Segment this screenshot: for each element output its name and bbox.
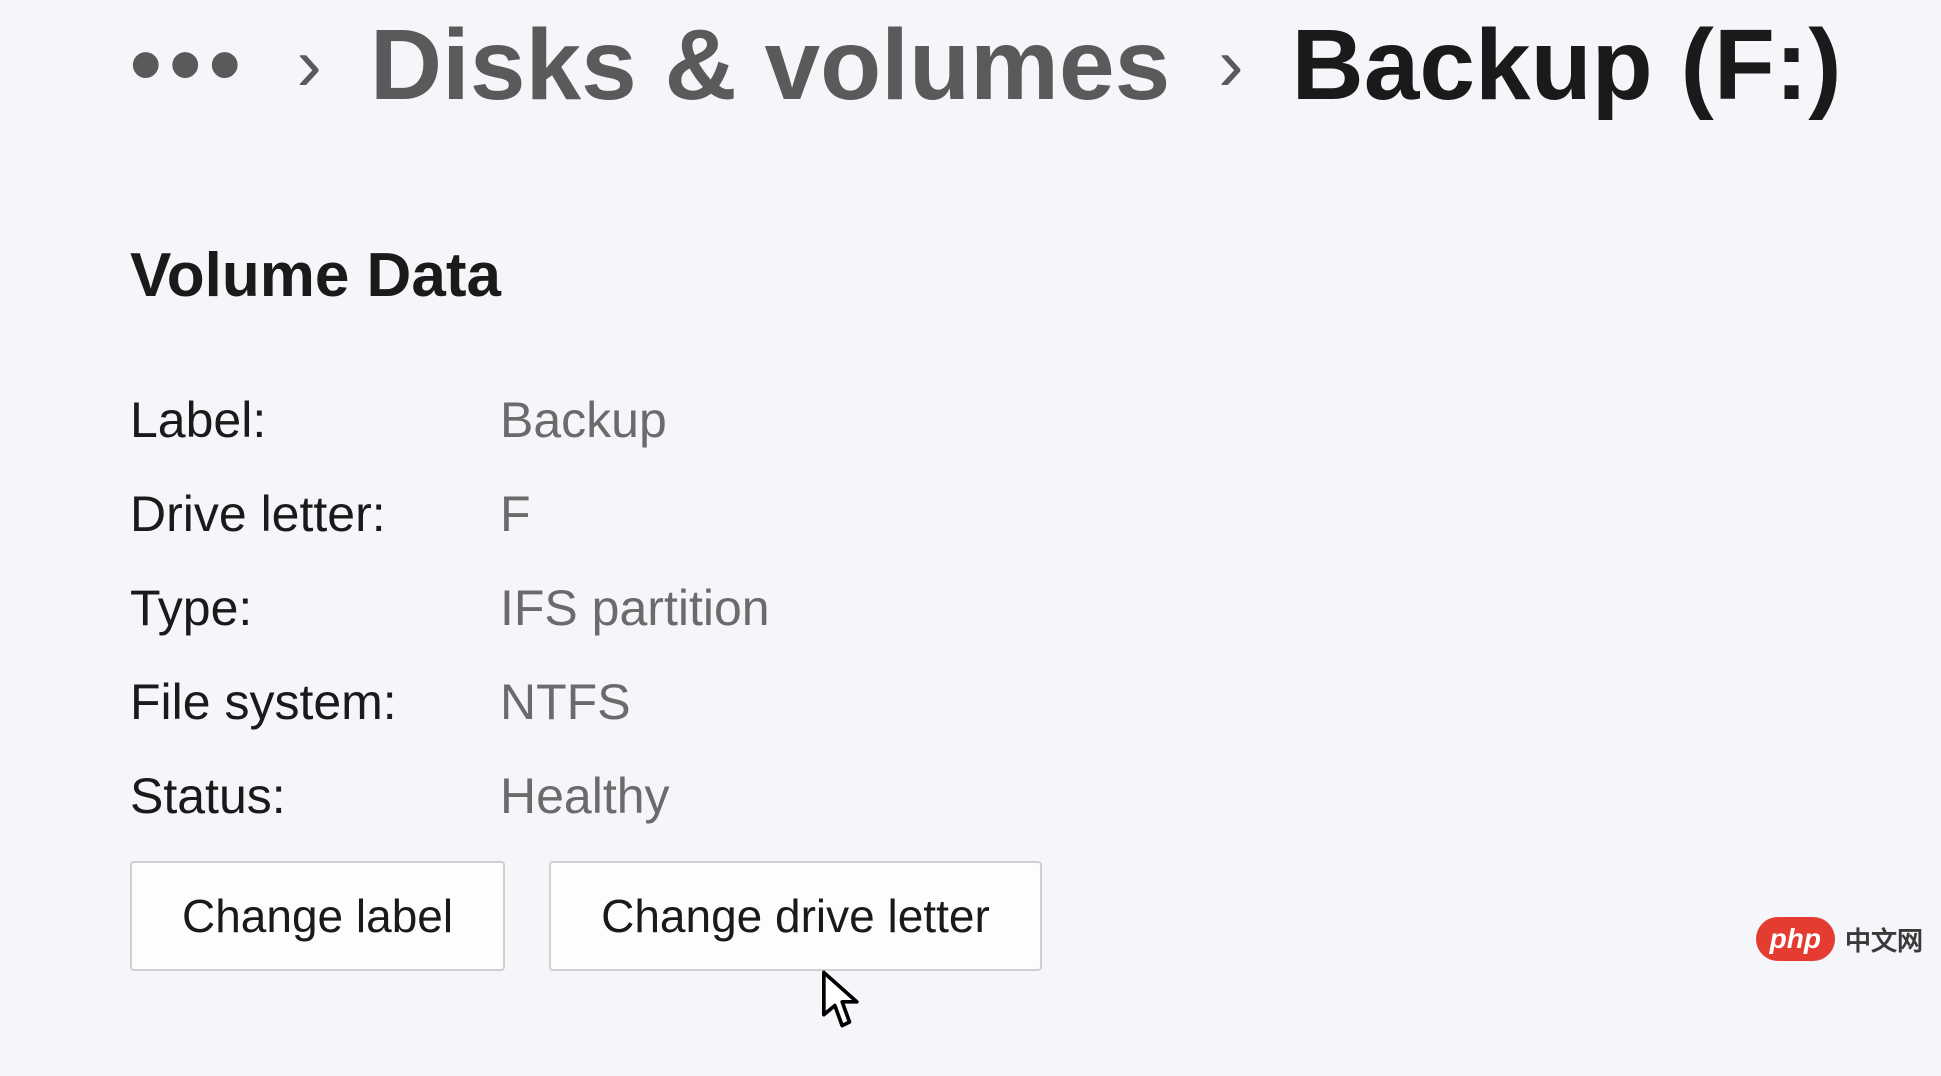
change-label-button[interactable]: Change label bbox=[130, 861, 505, 971]
filesystem-value: NTFS bbox=[500, 673, 631, 731]
watermark-text: 中文网 bbox=[1845, 921, 1923, 958]
breadcrumb: ••• › Disks & volumes › Backup (F:) bbox=[0, 0, 1941, 120]
detail-row-label: Label: Backup bbox=[130, 391, 1941, 449]
section-title: Volume Data bbox=[130, 240, 1941, 311]
status-value: Healthy bbox=[500, 767, 670, 825]
status-key: Status: bbox=[130, 767, 500, 825]
label-key: Label: bbox=[130, 391, 500, 449]
volume-details: Label: Backup Drive letter: F Type: IFS … bbox=[130, 391, 1941, 825]
change-drive-letter-button[interactable]: Change drive letter bbox=[549, 861, 1042, 971]
chevron-right-icon: › bbox=[297, 23, 322, 107]
detail-row-type: Type: IFS partition bbox=[130, 579, 1941, 637]
detail-row-drive-letter: Drive letter: F bbox=[130, 485, 1941, 543]
chevron-right-icon: › bbox=[1218, 23, 1243, 107]
watermark-logo: php bbox=[1756, 917, 1835, 961]
type-value: IFS partition bbox=[500, 579, 770, 637]
watermark: php 中文网 bbox=[1756, 917, 1923, 961]
detail-row-filesystem: File system: NTFS bbox=[130, 673, 1941, 731]
type-key: Type: bbox=[130, 579, 500, 637]
drive-letter-value: F bbox=[500, 485, 531, 543]
breadcrumb-current: Backup (F:) bbox=[1292, 10, 1842, 120]
drive-letter-key: Drive letter: bbox=[130, 485, 500, 543]
breadcrumb-ellipsis[interactable]: ••• bbox=[130, 16, 249, 115]
cursor-icon bbox=[822, 970, 866, 1030]
breadcrumb-parent-link[interactable]: Disks & volumes bbox=[370, 10, 1170, 120]
label-value: Backup bbox=[500, 391, 667, 449]
action-buttons: Change label Change drive letter bbox=[130, 861, 1941, 971]
detail-row-status: Status: Healthy bbox=[130, 767, 1941, 825]
filesystem-key: File system: bbox=[130, 673, 500, 731]
